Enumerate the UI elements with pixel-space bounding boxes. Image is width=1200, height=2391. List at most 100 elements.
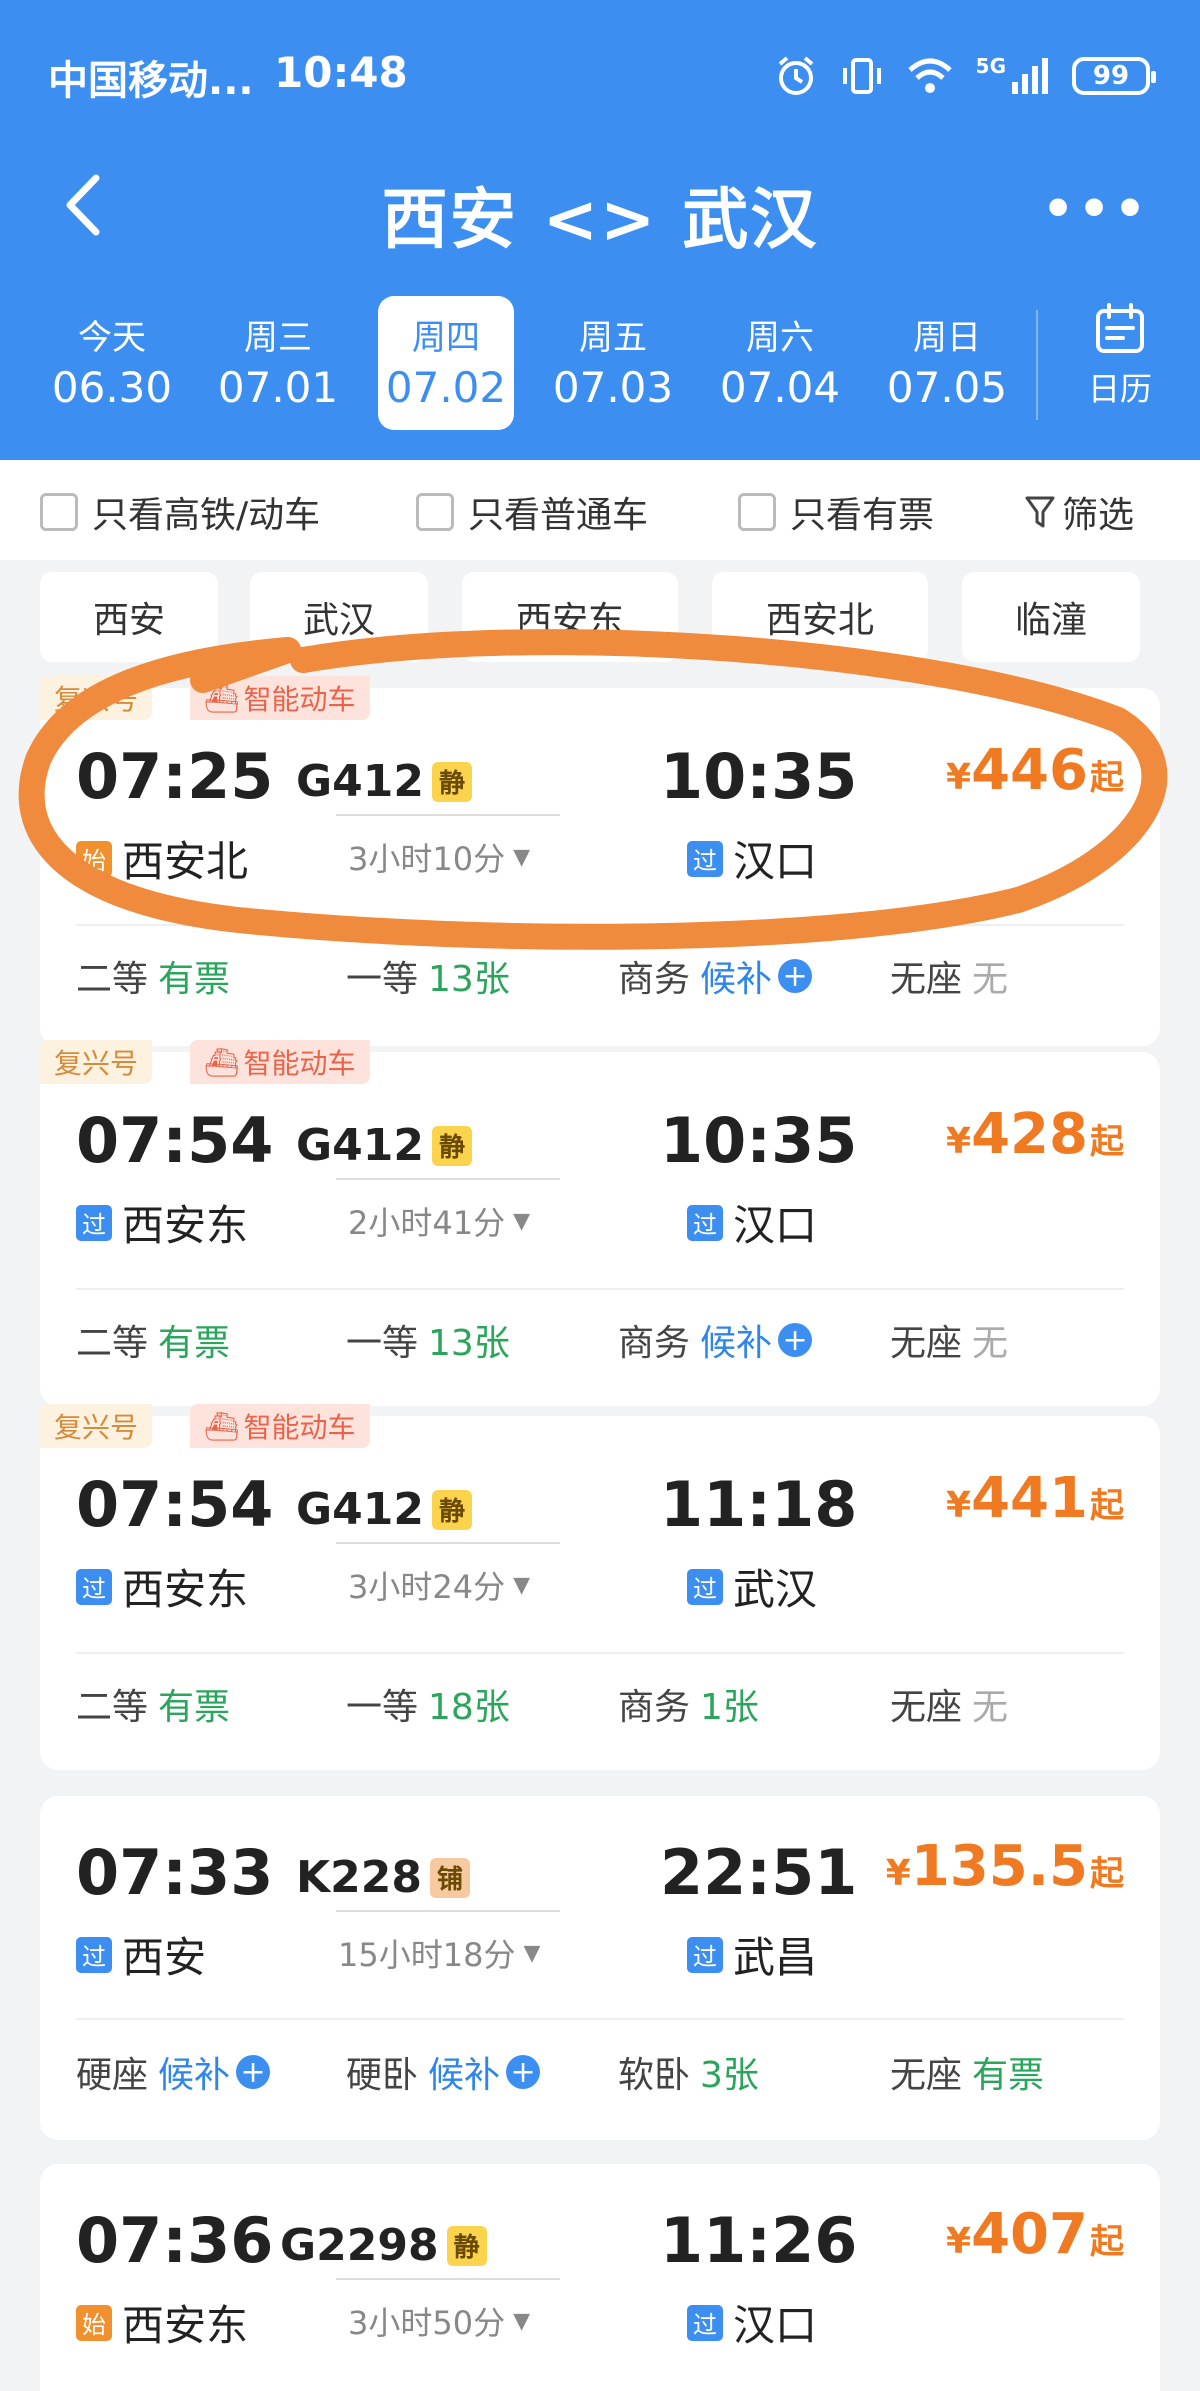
date-dow: 周五 [579, 318, 647, 358]
plus-icon[interactable]: + [506, 2055, 541, 2090]
seat-value: 无 [972, 959, 1009, 1000]
date-dow: 周六 [746, 318, 814, 358]
plus-icon[interactable]: + [778, 959, 813, 994]
filter-normal[interactable]: 只看普通车 [416, 486, 648, 538]
divider [336, 1910, 560, 1912]
calendar-label: 日历 [1087, 370, 1152, 408]
duration-text: 2小时41分 [348, 1204, 506, 1242]
train-number-text: G412 [296, 756, 424, 807]
arrival-time: 10:35 [660, 740, 858, 813]
filter-button[interactable]: 筛选 [1024, 486, 1134, 538]
date-tab-sun[interactable]: 周日 07.05 [879, 296, 1015, 430]
seat-value: 3张 [700, 2055, 759, 2096]
departure-time: 07:33 [76, 1836, 274, 1909]
date-tab-wed[interactable]: 周三 07.01 [210, 296, 346, 430]
seat-name: 软卧 [618, 2055, 691, 2096]
station-chip[interactable]: 西安东 [462, 572, 678, 662]
station-chips: 西安 武汉 西安东 西安北 临潼 [0, 560, 1200, 680]
seat-name: 硬卧 [346, 2055, 419, 2096]
seat-value: 13张 [428, 1323, 510, 1364]
duration-toggle[interactable]: 15小时18分 ▼ [338, 1930, 540, 1976]
seat-value: 有票 [158, 959, 231, 1000]
price-suffix: 起 [1090, 2222, 1124, 2262]
caret-down-icon: ▼ [523, 1940, 541, 1966]
checkbox[interactable] [40, 493, 78, 531]
currency: ¥ [946, 1485, 972, 1526]
price-amount: 441 [971, 1466, 1088, 1531]
checkbox[interactable] [738, 493, 776, 531]
more-icon[interactable]: ••• [1042, 180, 1150, 238]
divider [76, 1652, 1124, 1654]
carrier-label: 中国移动... [48, 58, 254, 104]
train-card[interactable]: 复兴号 ⛴ 智能动车 07:54 过西安东 G412 静 3小时24分 ▼ 11:18… [40, 1404, 1160, 1770]
duration-toggle[interactable]: 3小时10分 ▼ [348, 834, 530, 880]
price-amount: 407 [971, 2202, 1088, 2267]
seat-info: 一等 18张 [346, 1678, 510, 1730]
divider [76, 1288, 1124, 1290]
plus-icon[interactable]: + [778, 1323, 813, 1358]
quiet-car-badge: 静 [446, 2225, 487, 2266]
price: ¥407 起 [946, 2202, 1124, 2267]
arrival-time: 11:26 [660, 2204, 858, 2277]
fuxing-tag: 复兴号 [40, 676, 153, 720]
wifi-icon [907, 58, 952, 93]
battery-level: 99 [1092, 61, 1130, 91]
station-name: 武昌 [733, 1933, 818, 1982]
price-amount: 135.5 [910, 1834, 1088, 1899]
tag-label: 智能动车 [243, 683, 356, 716]
seat-name: 商务 [618, 1323, 691, 1364]
price-amount: 446 [971, 738, 1088, 803]
seat-value: 13张 [428, 959, 510, 1000]
currency: ¥ [946, 2221, 972, 2262]
divider [76, 924, 1124, 926]
caret-down-icon: ▼ [513, 1208, 531, 1234]
train-number-text: G412 [296, 1484, 424, 1535]
date-value: 07.01 [217, 363, 339, 412]
checkbox[interactable] [416, 493, 454, 531]
duration-toggle[interactable]: 3小时50分 ▼ [348, 2298, 530, 2344]
seat-info[interactable]: 硬座 候补 + [76, 2046, 271, 2098]
price-suffix: 起 [1090, 1854, 1124, 1894]
departure-time: 07:36 [76, 2204, 274, 2277]
pass-badge: 过 [76, 1204, 112, 1241]
station-chip[interactable]: 武汉 [250, 572, 428, 662]
plus-icon[interactable]: + [236, 2055, 271, 2090]
train-card[interactable]: 07:33 过西安 K228 铺 15小时18分 ▼ 22:51 过武昌 ¥135.… [40, 1796, 1160, 2140]
seat-name: 无座 [890, 2055, 963, 2096]
station-chip[interactable]: 临潼 [962, 572, 1140, 662]
seat-info: 无座无 [890, 1314, 1008, 1366]
seat-name: 商务 [618, 1687, 691, 1728]
divider [1036, 310, 1038, 420]
alarm-icon [778, 56, 813, 95]
date-tab-thu[interactable]: 周四 07.02 [378, 296, 514, 430]
pass-badge: 过 [687, 840, 723, 877]
departure-time: 07:25 [76, 740, 274, 813]
departure-time: 07:54 [76, 1468, 274, 1541]
seat-value: 无 [972, 1323, 1009, 1364]
seat-info[interactable]: 商务 候补 + [618, 1314, 813, 1366]
train-card[interactable]: 07:36 始西安东 G2298 静 3小时50分 ▼ 11:26 过汉口 ¥407… [40, 2164, 1160, 2391]
seat-value: 候补 [700, 1323, 773, 1364]
duration-toggle[interactable]: 2小时41分 ▼ [348, 1198, 530, 1244]
seat-info: 商务 1张 [618, 1678, 759, 1730]
filter-high-speed[interactable]: 只看高铁/动车 [40, 486, 320, 538]
seat-name: 二等 [76, 959, 149, 1000]
seat-info: 无座 有票 [890, 2046, 1044, 2098]
filter-has-ticket[interactable]: 只看有票 [738, 486, 934, 538]
seat-info[interactable]: 硬卧 候补 + [346, 2046, 541, 2098]
date-tab-fri[interactable]: 周五 07.03 [545, 296, 681, 430]
station-chip[interactable]: 西安北 [712, 572, 928, 662]
start-badge: 始 [76, 840, 112, 877]
filter-label: 筛选 [1062, 495, 1135, 536]
train-card[interactable]: 复兴号 ⛴ 智能动车 07:54 过西安东 G412 静 2小时41分 ▼ 10:35… [40, 1040, 1160, 1406]
train-card[interactable]: 复兴号 ⛴ 智能动车 07:25 始西安北 G412 静 3小时10分 ▼ 10:35… [40, 676, 1160, 1046]
duration-toggle[interactable]: 3小时24分 ▼ [348, 1562, 530, 1608]
seat-info: 无座无 [890, 950, 1008, 1002]
date-tab-today[interactable]: 今天 06.30 [44, 296, 180, 430]
station-chip[interactable]: 西安 [40, 572, 218, 662]
date-tab-sat[interactable]: 周六 07.04 [712, 296, 848, 430]
seat-info[interactable]: 商务 候补 + [618, 950, 813, 1002]
calendar-button[interactable]: 日历 [1070, 302, 1170, 410]
seat-info: 二等 有票 [76, 1314, 230, 1366]
arrival-time: 10:35 [660, 1104, 858, 1177]
